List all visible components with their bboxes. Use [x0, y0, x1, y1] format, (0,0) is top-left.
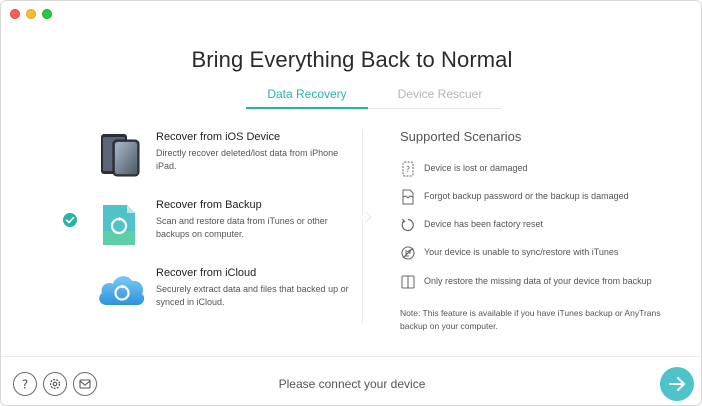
- window-controls: [10, 9, 52, 19]
- scenario-text: Device has been factory reset: [424, 219, 544, 229]
- no-sync-icon: [400, 245, 416, 261]
- tab-device-rescuer[interactable]: Device Rescuer: [379, 87, 501, 109]
- reset-icon: [400, 217, 416, 233]
- option-recover-from-icloud[interactable]: Recover from iCloud Securely extract dat…: [1, 267, 361, 327]
- option-description: Directly recover deleted/lost data from …: [156, 148, 339, 171]
- scenario-text: Forgot backup password or the backup is …: [424, 191, 629, 201]
- option-description: Scan and restore data from iTunes or oth…: [156, 216, 328, 239]
- maximize-window-button[interactable]: [42, 9, 52, 19]
- iphone-device-icon: [97, 131, 145, 179]
- close-window-button[interactable]: [10, 9, 20, 19]
- tab-bar: Data Recovery Device Rescuer: [1, 87, 701, 109]
- tab-underline-rule: [368, 108, 501, 109]
- app-window: Bring Everything Back to Normal Data Rec…: [0, 0, 702, 406]
- next-button[interactable]: [660, 367, 694, 401]
- option-recover-from-backup[interactable]: Recover from Backup Scan and restore dat…: [1, 199, 361, 259]
- scenarios-title: Supported Scenarios: [400, 129, 522, 144]
- selected-check-icon: [63, 213, 77, 227]
- option-title: Recover from iCloud: [156, 267, 257, 279]
- minimize-window-button[interactable]: [26, 9, 36, 19]
- option-description: Securely extract data and files that bac…: [156, 284, 349, 307]
- split-page-icon: [400, 274, 416, 290]
- option-title: Recover from iOS Device: [156, 131, 281, 143]
- panel-divider: [362, 129, 363, 323]
- tab-data-recovery[interactable]: Data Recovery: [246, 87, 368, 109]
- scenarios-note: Note: This feature is available if you h…: [400, 308, 661, 331]
- broken-file-icon: [400, 189, 416, 205]
- footer-divider: [1, 356, 701, 357]
- arrow-right-icon: [669, 377, 685, 391]
- icloud-icon: [95, 269, 147, 317]
- svg-text:?: ?: [406, 165, 410, 174]
- page-title: Bring Everything Back to Normal: [191, 47, 513, 72]
- connection-status: Please connect your device: [278, 377, 426, 391]
- scenario-text: Only restore the missing data of your de…: [424, 276, 652, 286]
- device-question-icon: ?: [400, 161, 416, 177]
- scenario-text: Device is lost or damaged: [424, 163, 528, 173]
- option-recover-from-ios-device[interactable]: Recover from iOS Device Directly recover…: [1, 131, 361, 191]
- option-title: Recover from Backup: [156, 199, 262, 211]
- backup-document-icon: [97, 201, 145, 249]
- scenario-text: Your device is unable to sync/restore wi…: [424, 247, 619, 257]
